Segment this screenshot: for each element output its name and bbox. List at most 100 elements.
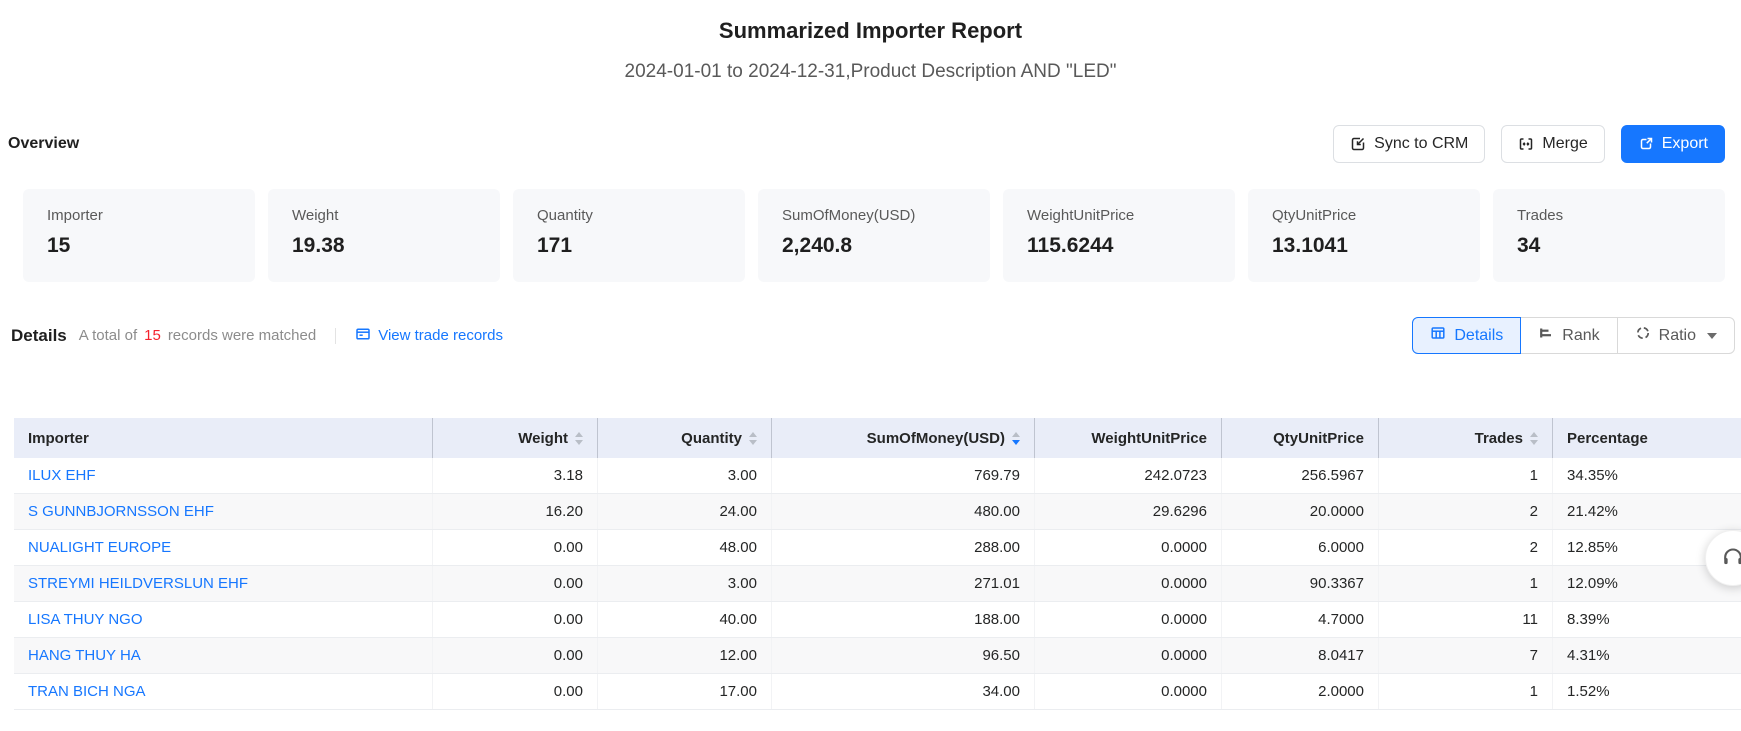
cell-trades: 11 xyxy=(1379,602,1553,637)
stat-card-qtyunitprice: QtyUnitPrice 13.1041 xyxy=(1248,189,1480,282)
cell-percentage: 8.39% xyxy=(1553,602,1741,637)
stat-value: 2,240.8 xyxy=(782,233,966,258)
cell-weight: 0.00 xyxy=(433,602,598,637)
column-header-sumofmoney-usd[interactable]: SumOfMoney(USD) xyxy=(772,418,1035,458)
export-icon xyxy=(1638,136,1654,152)
cell-weight: 16.20 xyxy=(433,494,598,529)
cell-quantity: 3.00 xyxy=(598,458,772,493)
match-count: 15 xyxy=(144,327,161,344)
importer-link[interactable]: STREYMI HEILDVERSLUN EHF xyxy=(28,575,248,592)
stat-value: 13.1041 xyxy=(1272,233,1456,258)
sort-arrows-icon xyxy=(575,432,583,445)
toolbar-buttons: Sync to CRM Merge Export xyxy=(1333,125,1725,163)
merge-button[interactable]: Merge xyxy=(1501,125,1604,163)
column-header-label: Percentage xyxy=(1567,430,1648,447)
trade-records-icon xyxy=(355,326,371,346)
table-row: NUALIGHT EUROPE0.0048.00288.000.00006.00… xyxy=(14,530,1741,566)
cell-trades: 2 xyxy=(1379,530,1553,565)
column-header-label: Trades xyxy=(1475,430,1523,447)
stat-label: QtyUnitPrice xyxy=(1272,206,1456,225)
stat-value: 171 xyxy=(537,233,721,258)
table-row: S GUNNBJORNSSON EHF16.2024.00480.0029.62… xyxy=(14,494,1741,530)
column-header-label: SumOfMoney(USD) xyxy=(867,430,1005,447)
importer-link[interactable]: LISA THUY NGO xyxy=(28,611,143,628)
ratio-icon xyxy=(1635,325,1651,346)
importer-link[interactable]: NUALIGHT EUROPE xyxy=(28,539,171,556)
overview-toolbar: Overview Sync to CRM Merge Export xyxy=(8,125,1725,163)
overview-section-label: Overview xyxy=(8,135,79,153)
cell-weightunitprice: 0.0000 xyxy=(1035,674,1222,709)
cell-sumofmoney-usd: 288.00 xyxy=(772,530,1035,565)
view-mode-segmented-control: Details Rank Ratio xyxy=(1412,317,1735,354)
stat-label: SumOfMoney(USD) xyxy=(782,206,966,225)
cell-weightunitprice: 0.0000 xyxy=(1035,566,1222,601)
cell-percentage: 21.42% xyxy=(1553,494,1741,529)
cell-sumofmoney-usd: 480.00 xyxy=(772,494,1035,529)
column-header-label: Weight xyxy=(518,430,568,447)
sort-asc-icon xyxy=(1012,432,1020,437)
chevron-down-icon xyxy=(1707,333,1717,339)
cell-importer: LISA THUY NGO xyxy=(14,602,433,637)
merge-label: Merge xyxy=(1542,135,1587,153)
view-trade-records-link[interactable]: View trade records xyxy=(355,326,503,346)
sort-arrows-icon xyxy=(1012,432,1020,445)
cell-trades: 1 xyxy=(1379,566,1553,601)
sync-to-crm-label: Sync to CRM xyxy=(1374,135,1468,153)
cell-sumofmoney-usd: 188.00 xyxy=(772,602,1035,637)
importer-link[interactable]: ILUX EHF xyxy=(28,467,96,484)
cell-weightunitprice: 0.0000 xyxy=(1035,530,1222,565)
column-header-trades[interactable]: Trades xyxy=(1379,418,1553,458)
sync-to-crm-button[interactable]: Sync to CRM xyxy=(1333,125,1485,163)
table-row: HANG THUY HA0.0012.0096.500.00008.041774… xyxy=(14,638,1741,674)
details-section-label: Details xyxy=(11,326,67,346)
sort-asc-icon xyxy=(1530,432,1538,437)
stat-card-trades: Trades34 xyxy=(1493,189,1725,282)
cell-trades: 7 xyxy=(1379,638,1553,673)
cell-quantity: 17.00 xyxy=(598,674,772,709)
stat-label: Quantity xyxy=(537,206,721,225)
export-label: Export xyxy=(1662,135,1708,153)
sort-desc-icon xyxy=(1012,440,1020,445)
cell-weight: 0.00 xyxy=(433,674,598,709)
importer-link[interactable]: TRAN BICH NGA xyxy=(28,683,146,700)
sort-arrows-icon xyxy=(1530,432,1538,445)
column-header-label: WeightUnitPrice xyxy=(1091,430,1207,447)
column-header-label: QtyUnitPrice xyxy=(1273,430,1364,447)
cell-weight: 3.18 xyxy=(433,458,598,493)
column-header-quantity[interactable]: Quantity xyxy=(598,418,772,458)
column-header-label: Importer xyxy=(28,430,89,447)
cell-qtyunitprice: 8.0417 xyxy=(1222,638,1379,673)
importer-link[interactable]: S GUNNBJORNSSON EHF xyxy=(28,503,214,520)
export-button[interactable]: Export xyxy=(1621,125,1725,163)
cell-weightunitprice: 0.0000 xyxy=(1035,638,1222,673)
sort-asc-icon xyxy=(575,432,583,437)
rank-icon xyxy=(1538,325,1554,346)
stat-value: 34 xyxy=(1517,233,1701,258)
tab-rank[interactable]: Rank xyxy=(1520,317,1617,354)
stat-label: WeightUnitPrice xyxy=(1027,206,1211,225)
tab-details[interactable]: Details xyxy=(1412,317,1521,354)
column-header-qtyunitprice: QtyUnitPrice xyxy=(1222,418,1379,458)
column-header-weight[interactable]: Weight xyxy=(433,418,598,458)
stat-card-quantity: Quantity 171 xyxy=(513,189,745,282)
cell-weightunitprice: 242.0723 xyxy=(1035,458,1222,493)
sort-desc-icon xyxy=(749,440,757,445)
table-header-row: Importer Weight Quantity SumOfMoney(USD) Wei… xyxy=(14,418,1741,458)
tab-label: Ratio xyxy=(1659,327,1696,345)
table-row: LISA THUY NGO0.0040.00188.000.00004.7000… xyxy=(14,602,1741,638)
cell-quantity: 40.00 xyxy=(598,602,772,637)
cell-trades: 1 xyxy=(1379,674,1553,709)
column-header-percentage: Percentage xyxy=(1553,418,1741,458)
cell-sumofmoney-usd: 34.00 xyxy=(772,674,1035,709)
tab-label: Details xyxy=(1454,327,1503,345)
cell-percentage: 34.35% xyxy=(1553,458,1741,493)
cell-trades: 1 xyxy=(1379,458,1553,493)
tab-ratio[interactable]: Ratio xyxy=(1617,317,1735,354)
cell-importer: ILUX EHF xyxy=(14,458,433,493)
cell-sumofmoney-usd: 769.79 xyxy=(772,458,1035,493)
importer-link[interactable]: HANG THUY HA xyxy=(28,647,141,664)
column-header-label: Quantity xyxy=(681,430,742,447)
cell-importer: NUALIGHT EUROPE xyxy=(14,530,433,565)
cell-importer: TRAN BICH NGA xyxy=(14,674,433,709)
column-header-importer: Importer xyxy=(14,418,433,458)
